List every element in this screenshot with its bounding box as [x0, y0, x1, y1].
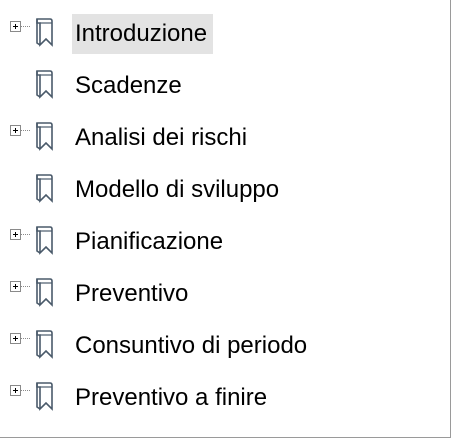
tree-item-preventivo[interactable]: Preventivo: [0, 268, 440, 320]
plus-expander-icon[interactable]: [10, 125, 21, 136]
expander-slot: [10, 164, 32, 216]
tree-connector: [21, 234, 30, 235]
plus-expander-icon[interactable]: [10, 385, 21, 396]
tree-item-label: Pianificazione: [75, 228, 224, 255]
bookmark-page-icon: [36, 18, 53, 47]
bookmark-tree: Introduzione Scadenze Analisi dei rischi: [0, 8, 440, 424]
tree-connector: [21, 130, 30, 131]
tree-item-label: Consuntivo di periodo: [75, 332, 308, 359]
tree-connector: [21, 338, 30, 339]
bookmark-page-icon: [36, 174, 53, 203]
tree-item-consuntivo-di-periodo[interactable]: Consuntivo di periodo: [0, 320, 440, 372]
tree-item-pianificazione[interactable]: Pianificazione: [0, 216, 440, 268]
expander-slot: [10, 320, 32, 372]
tree-item-modello-di-sviluppo[interactable]: Modello di sviluppo: [0, 164, 440, 216]
expander-slot: [10, 112, 32, 164]
tree-item-analisi-dei-rischi[interactable]: Analisi dei rischi: [0, 112, 440, 164]
bookmarks-panel: Introduzione Scadenze Analisi dei rischi: [0, 0, 451, 438]
bookmark-page-icon: [36, 70, 53, 99]
tree-item-scadenze[interactable]: Scadenze: [0, 60, 440, 112]
expander-slot: [10, 8, 32, 60]
tree-item-label: Preventivo: [75, 280, 189, 307]
expander-slot: [10, 268, 32, 320]
bookmark-page-icon: [36, 122, 53, 151]
plus-expander-icon[interactable]: [10, 281, 21, 292]
expander-slot: [10, 60, 32, 112]
tree-item-preventivo-a-finire[interactable]: Preventivo a finire: [0, 372, 440, 424]
tree-connector: [21, 26, 30, 27]
bookmark-page-icon: [36, 278, 53, 307]
tree-item-label: Introduzione: [72, 14, 214, 54]
bookmark-page-icon: [36, 226, 53, 255]
tree-item-label: Scadenze: [75, 72, 182, 99]
tree-item-label: Modello di sviluppo: [75, 176, 280, 203]
expander-slot: [10, 372, 32, 424]
plus-expander-icon[interactable]: [10, 21, 21, 32]
expander-slot: [10, 216, 32, 268]
plus-expander-icon[interactable]: [10, 229, 21, 240]
tree-item-label: Preventivo a finire: [75, 384, 268, 411]
tree-item-introduzione[interactable]: Introduzione: [0, 8, 440, 60]
tree-connector: [21, 286, 30, 287]
plus-expander-icon[interactable]: [10, 333, 21, 344]
tree-connector: [21, 390, 30, 391]
bookmark-page-icon: [36, 330, 53, 359]
tree-item-label: Analisi dei rischi: [75, 124, 248, 151]
bookmark-page-icon: [36, 382, 53, 411]
